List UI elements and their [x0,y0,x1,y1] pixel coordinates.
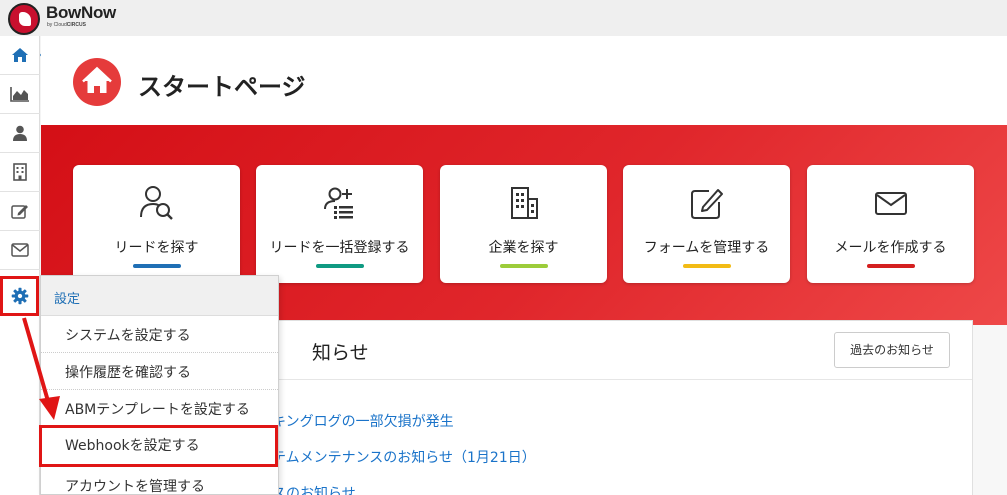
menu-item-label: 操作履歴を確認する [65,365,191,381]
menu-item-label: システムを設定する [65,328,191,344]
sidebar-item-companies[interactable] [0,153,40,192]
sidebar [0,36,48,495]
user-icon [13,125,27,141]
card-create-mail[interactable]: メールを作成する [807,165,974,283]
brand-name[interactable]: BowNow [46,3,116,23]
user-list-add-icon [323,187,353,219]
card-search-companies[interactable]: 企業を探す [440,165,607,283]
news-item-link[interactable]: スのお知らせ [272,483,356,495]
home-badge-icon [73,58,121,106]
page-title: スタートページ [138,73,306,101]
card-manage-forms[interactable]: フォームを管理する [623,165,790,283]
news-item-link[interactable]: テムメンテナンスのお知らせ（1月21日） [272,447,536,467]
user-search-icon [139,186,173,220]
card-accent-bar [132,264,181,268]
home-icon [12,48,28,62]
menu-item-label: ABMテンプレートを設定する [65,402,250,418]
brand-sub-prefix: by Cloud [47,22,67,28]
menu-item-webhook-settings[interactable]: Webhookを設定する [39,425,278,467]
brand-sub-strong: CIRCUS [66,22,86,28]
home-icon [82,66,112,93]
sidebar-item-analytics[interactable] [0,75,40,114]
settings-menu-header: 設定 [41,276,278,316]
news-title: 知らせ [312,342,369,364]
card-label: 企業を探す [488,240,559,256]
edit-icon [690,189,723,219]
card-accent-bar [499,264,548,268]
menu-item-manage-accounts[interactable]: アカウントを管理する [41,467,278,495]
building-icon [13,163,27,181]
area-chart-icon [10,87,29,102]
sidebar-item-leads[interactable] [0,114,40,153]
card-label: メールを作成する [834,240,947,256]
sidebar-item-settings[interactable] [0,276,39,316]
menu-item-label: Webhookを設定する [65,438,200,454]
menu-item-label: アカウントを管理する [65,479,205,495]
sidebar-item-forms[interactable] [0,192,40,231]
envelope-icon [11,243,29,257]
settings-dropdown-menu: 設定 システムを設定する 操作履歴を確認する ABMテンプレートを設定する We… [39,275,279,495]
menu-item-abm-template[interactable]: ABMテンプレートを設定する [41,390,278,427]
news-header: 知らせ 過去のお知らせ [252,321,972,380]
envelope-icon [874,192,907,215]
edit-icon [11,205,28,219]
card-label: リードを探す [114,240,199,256]
card-accent-bar [682,264,731,268]
news-item-link[interactable]: キングログの一部欠損が発生 [272,411,454,431]
card-bulk-register-leads[interactable]: リードを一括登録する [256,165,423,283]
card-label: フォームを管理する [643,240,770,256]
page-header: スタートページ [41,36,1007,125]
gear-icon [11,287,28,305]
sidebar-item-mail[interactable] [0,231,40,270]
news-panel: 知らせ 過去のお知らせ キングログの一部欠損が発生 テムメンテナンスのお知らせ（… [251,320,973,495]
menu-item-system-settings[interactable]: システムを設定する [41,316,278,353]
brand-subtitle: by CloudCIRCUS [47,22,86,28]
sidebar-item-home[interactable] [0,36,48,75]
menu-item-operation-history[interactable]: 操作履歴を確認する [41,353,278,390]
bownow-logo-icon[interactable] [8,3,40,35]
past-news-button[interactable]: 過去のお知らせ [834,332,950,368]
building-icon [510,187,538,219]
card-accent-bar [315,264,364,268]
top-bar: BowNow by CloudCIRCUS [0,0,1007,36]
card-label: リードを一括登録する [269,240,410,256]
card-accent-bar [866,264,915,268]
card-search-leads[interactable]: リードを探す [73,165,240,283]
settings-menu-title: 設定 [54,292,81,307]
